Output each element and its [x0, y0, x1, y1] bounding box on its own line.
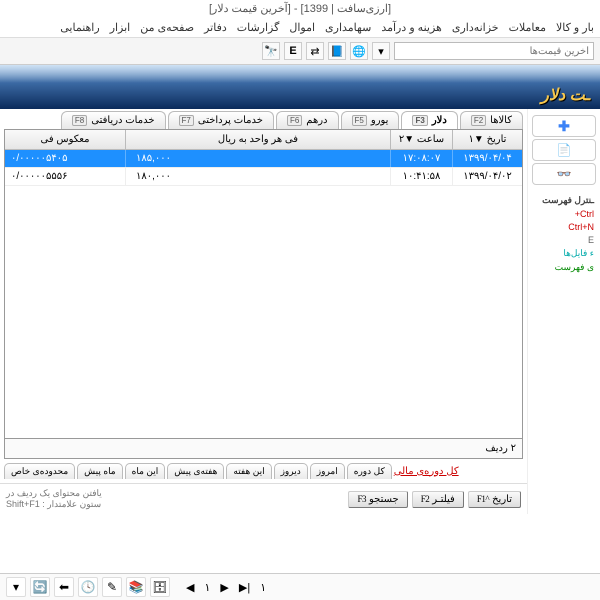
currency-tabs: کالاهاF2دلارF3یوروF5درهمF6خدمات پرداختیF… — [0, 111, 527, 129]
view-button[interactable]: 👓 — [532, 163, 596, 185]
menu-item[interactable]: معاملات — [509, 21, 546, 34]
menu-item[interactable]: دفاتر — [204, 21, 227, 34]
tab-f3[interactable]: دلارF3 — [401, 111, 457, 129]
sb-edit-icon[interactable]: ✎ — [102, 577, 122, 597]
binoculars-icon[interactable]: 🔭 — [262, 42, 280, 60]
tab-f6[interactable]: درهمF6 — [276, 111, 339, 129]
filter-tab[interactable]: ماه پیش — [77, 463, 122, 479]
filter-tab[interactable]: هفته‌ی پیش — [167, 463, 224, 479]
col-date[interactable]: تاریخ ▼۱ — [452, 130, 522, 149]
status-bar: ▾ 🔄 ⬅ 🕓 ✎ 📚 🗄 ◀ ١ ▶ ▶| ١ — [0, 573, 600, 600]
grid-body: ۱۳۹۹/۰۴/۰۴۱۷:۰۸:۰۷۱۸۵,۰۰۰۰/۰۰۰۰۰۵۴۰۵۱۳۹۹… — [5, 150, 522, 438]
func-button[interactable]: فیلتـر F2 — [412, 491, 464, 508]
row-count: ۲ ردیف — [485, 443, 516, 454]
filter-tab[interactable]: محدوده‌ی خاص — [4, 463, 75, 479]
menu-item[interactable]: خزانه‌داری — [452, 21, 499, 34]
sb-db-icon[interactable]: 🗄 — [150, 577, 170, 597]
add-button[interactable]: ✚ — [532, 115, 596, 137]
text-tool-icon[interactable]: E — [284, 42, 302, 60]
filter-tab[interactable]: این هفته — [226, 463, 271, 479]
menu-item[interactable]: اموال — [289, 21, 315, 34]
tab-f8[interactable]: خدمات دریافتیF8 — [61, 111, 166, 129]
filter-tab[interactable]: امروز — [310, 463, 345, 479]
menu-item[interactable]: گزارشات — [237, 21, 280, 34]
globe-icon[interactable]: 🌐 — [350, 42, 368, 60]
table-row[interactable]: ۱۳۹۹/۰۴/۰۲۱۰:۴۱:۵۸۱۸۰,۰۰۰۰/۰۰۰۰۰۵۵۵۶ — [5, 168, 522, 186]
sidebar: ✚ 📄 👓 ـنترل فهرست Ctrl+ Ctrl+N E ء فایل‌… — [528, 109, 600, 514]
shortcut-item: E — [532, 235, 594, 245]
shortcut-item: ی فهرست — [532, 262, 594, 273]
banner: ـت دلار — [0, 65, 600, 109]
col-time[interactable]: ساعت ▼۲ — [390, 130, 452, 149]
pager-prev[interactable]: ◀ — [182, 581, 198, 594]
toolbar: 🔭 E ⇄ 📘 🌐 ▾ — [0, 38, 600, 65]
search-input[interactable] — [394, 42, 594, 60]
filter-tab[interactable]: کل دوره — [347, 463, 392, 479]
sb-refresh-icon[interactable]: 🔄 — [30, 577, 50, 597]
col-rate[interactable]: فی هر واحد به ریال — [125, 130, 390, 149]
func-button[interactable]: جستجو F3 — [348, 491, 407, 508]
table-row[interactable]: ۱۳۹۹/۰۴/۰۴۱۷:۰۸:۰۷۱۸۵,۰۰۰۰/۰۰۰۰۰۵۴۰۵ — [5, 150, 522, 168]
menu-item[interactable]: راهنمایی — [60, 21, 99, 34]
window-title: [ارزی‌سافت | 1399] - [آخرین قیمت دلار] — [0, 0, 600, 18]
shortcut-item: Ctrl+N — [532, 222, 594, 232]
shortcuts-header: ـنترل فهرست — [532, 195, 594, 206]
menu-item[interactable]: سهامداری — [325, 21, 371, 34]
col-inverse[interactable]: معکوس فی — [5, 130, 125, 149]
menu-item[interactable]: ابزار — [110, 21, 131, 34]
shortcut-item: Ctrl+ — [532, 209, 594, 219]
grid-header: تاریخ ▼۱ ساعت ▼۲ فی هر واحد به ریال معکو… — [5, 130, 522, 150]
tab-f7[interactable]: خدمات پرداختیF7 — [168, 111, 274, 129]
filter-tabs: کل دوره‌ی مالی کل دورهامروزدیروزاین هفته… — [0, 459, 527, 479]
document-button[interactable]: 📄 — [532, 139, 596, 161]
sb-dropdown-icon[interactable]: ▾ — [6, 577, 26, 597]
sb-clock-icon[interactable]: 🕓 — [78, 577, 98, 597]
arrows-icon[interactable]: ⇄ — [306, 42, 324, 60]
menu-item[interactable]: صفحه‌ی من — [140, 21, 194, 34]
pager-next[interactable]: ▶ — [216, 581, 232, 594]
main-menu: بار و کالا معاملات خزانه‌داری هزینه و در… — [0, 18, 600, 38]
pager-total: ١ — [256, 581, 270, 594]
tab-f2[interactable]: کالاهاF2 — [460, 111, 523, 129]
menu-item[interactable]: هزینه و درآمد — [381, 21, 442, 34]
shortcut-item: ء فایل‌ها — [532, 248, 594, 259]
book-icon[interactable]: 📘 — [328, 42, 346, 60]
pager-last[interactable]: ▶| — [235, 581, 254, 594]
find-hint: یافتن محتوای یک ردیف در ستون علامتدار : … — [6, 488, 102, 510]
grid-footer: ۲ ردیف — [5, 438, 522, 458]
filter-tab[interactable]: دیروز — [274, 463, 308, 479]
menu-item[interactable]: بار و کالا — [556, 21, 594, 34]
dropdown-icon[interactable]: ▾ — [372, 42, 390, 60]
tab-f5[interactable]: یوروF5 — [341, 111, 400, 129]
filter-tab[interactable]: این ماه — [125, 463, 166, 479]
pager: ◀ ١ ▶ ▶| ١ — [182, 581, 270, 594]
function-bar: تاریخ ^F1فیلتـر F2 جستجو F3 یافتن محتوای … — [0, 483, 527, 514]
sb-back-icon[interactable]: ⬅ — [54, 577, 74, 597]
sb-book-icon[interactable]: 📚 — [126, 577, 146, 597]
func-button[interactable]: تاریخ ^F1 — [468, 491, 521, 508]
main-panel: کالاهاF2دلارF3یوروF5درهمF6خدمات پرداختیF… — [0, 109, 528, 514]
shortcut-panel: ـنترل فهرست Ctrl+ Ctrl+N E ء فایل‌ها ی ف… — [532, 195, 596, 273]
full-period-link[interactable]: کل دوره‌ی مالی — [394, 466, 459, 477]
banner-title: ـت دلار — [541, 85, 590, 105]
pager-current: ١ — [200, 581, 214, 594]
data-grid: تاریخ ▼۱ ساعت ▼۲ فی هر واحد به ریال معکو… — [4, 129, 523, 459]
